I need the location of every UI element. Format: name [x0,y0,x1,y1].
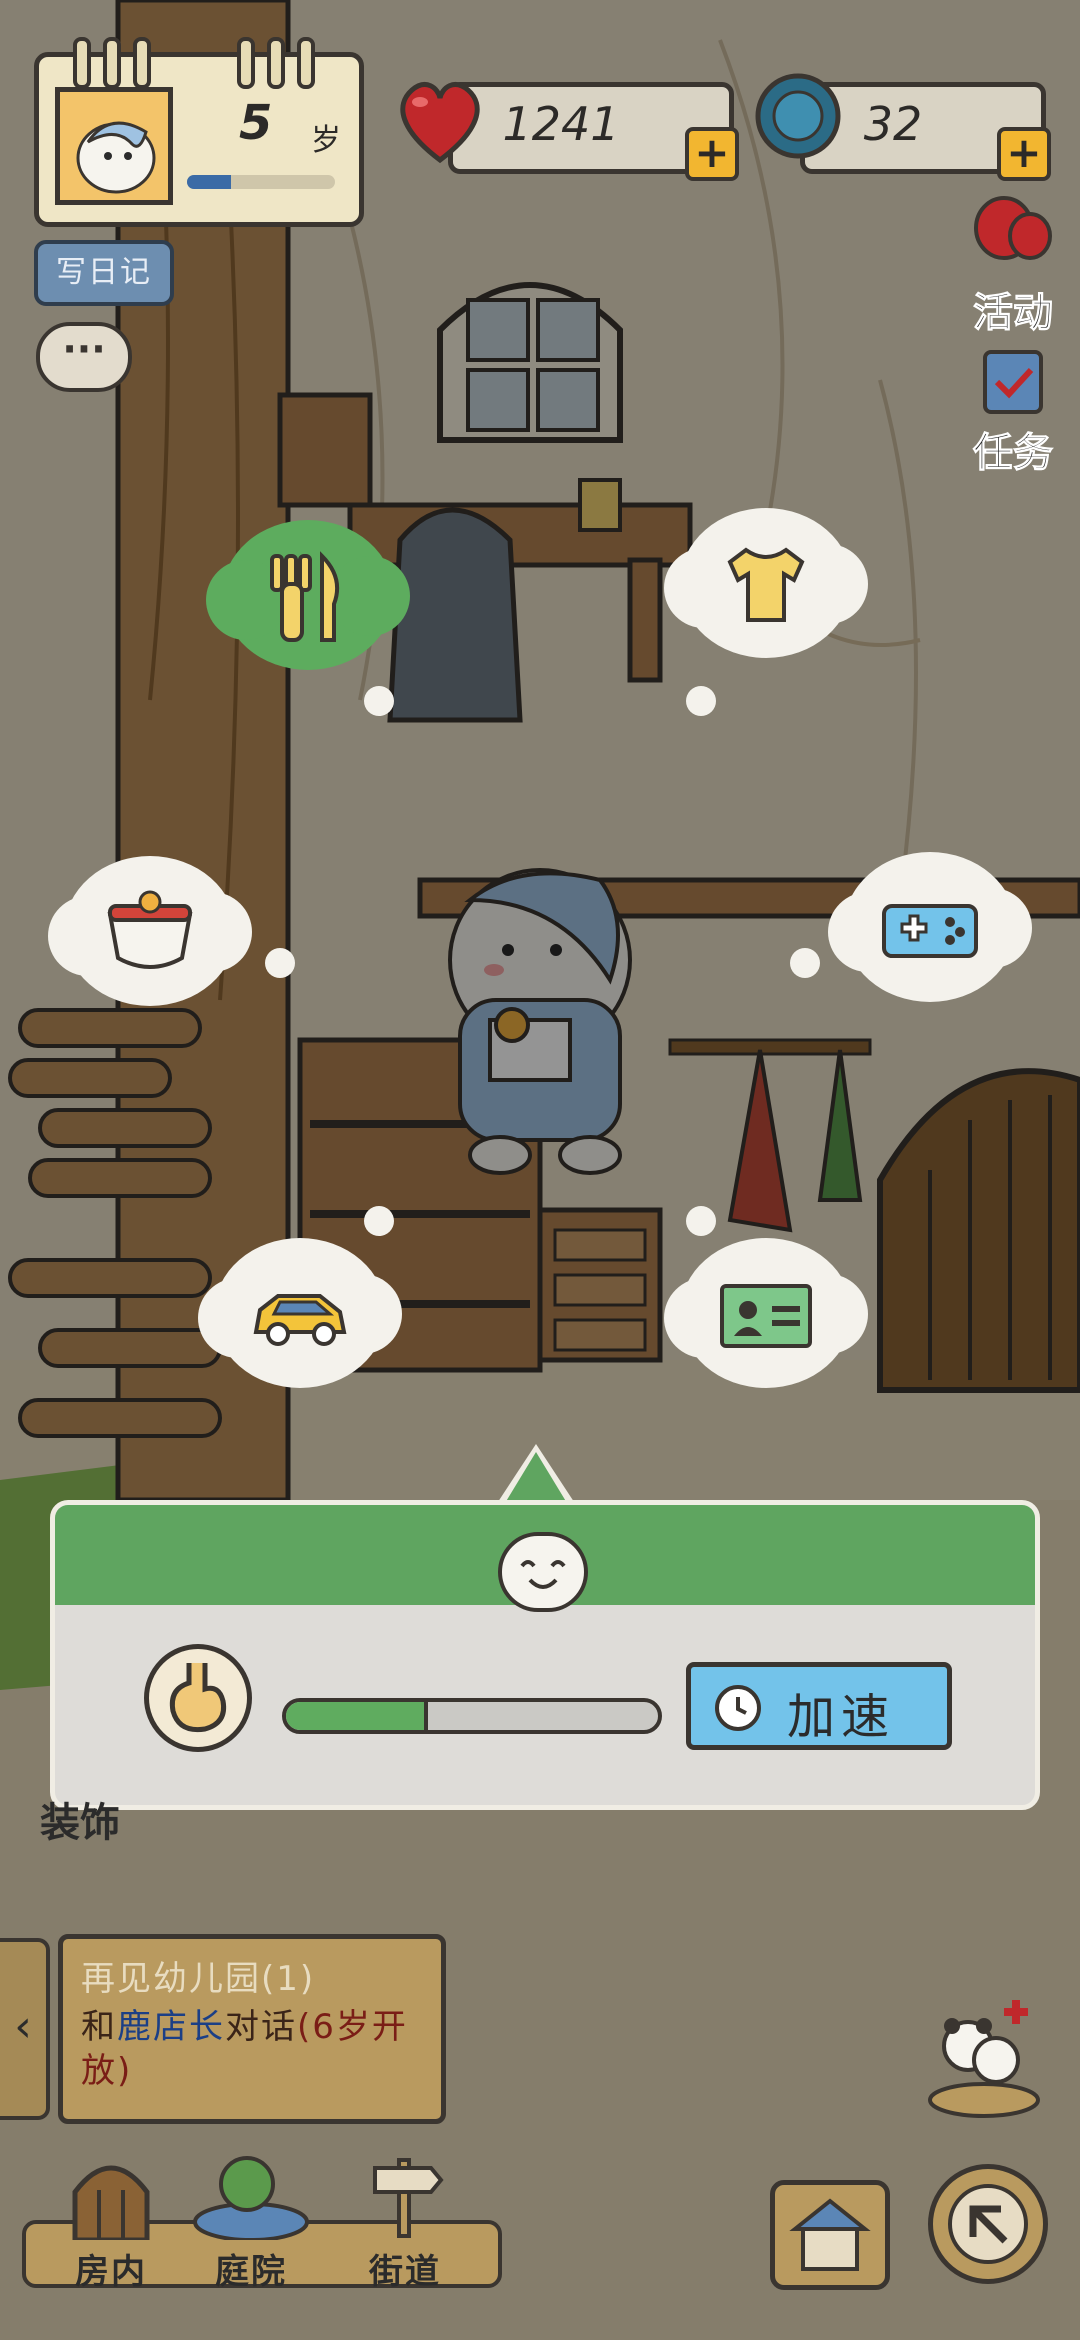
bubble-dot [790,948,820,978]
profile-card[interactable]: 5 岁 [34,37,364,227]
nav-room-label: 房内 [75,2252,147,2292]
tasks-label: 任务 [973,430,1054,477]
clothes-action-bubble[interactable] [664,508,868,658]
back-arrow-icon [948,2184,1028,2264]
back-arrow-button[interactable] [928,2164,1048,2284]
home-button[interactable] [770,2180,890,2290]
bubble-dot [686,686,716,716]
binder-ring [103,37,121,89]
binder-ring [267,37,285,89]
speed-up-label: 加速 [787,1689,896,1745]
events-label: 活动 [973,290,1054,337]
id-card-action-bubble[interactable] [664,1238,868,1388]
bubble-dot [364,1206,394,1236]
quest-desc-prefix: 和 [81,2007,117,2047]
quest-card[interactable]: 再见幼儿园(1) 和鹿店长对话(6岁开放) [58,1934,446,2124]
nav-yard[interactable]: 庭院 [186,2150,316,2293]
tasks-button[interactable]: 任务 [958,346,1068,478]
bathtub-icon [107,890,193,969]
house-icon [789,2198,871,2271]
quest-title: 再见幼儿园(1) [81,1959,316,1999]
happy-face-icon [498,1532,588,1612]
travel-action-bubble[interactable] [198,1238,402,1388]
add-coins-button[interactable]: + [997,127,1051,181]
decorate-label: 装饰 [40,1800,120,1846]
bubble-dot [265,948,295,978]
bubble-dot [686,1206,716,1236]
bathe-action-bubble[interactable] [48,856,252,1006]
quest-npc-name: 鹿店长 [117,2007,225,2047]
avatar [55,87,173,205]
age-unit: 岁 [311,123,341,158]
car-icon [253,1294,347,1346]
eat-action-bubble[interactable] [206,520,410,670]
write-diary-button[interactable]: 写日记 [34,240,174,306]
age-number: 5 [239,95,273,151]
play-action-bubble[interactable] [828,852,1032,1002]
signpost-icon [373,2158,444,2238]
clock-icon [715,1685,761,1731]
age-progress-bar [187,175,335,189]
bottle-cap-icon [755,73,841,159]
hearts-counter: 1241 + [448,82,739,181]
gamepad-icon [882,904,978,958]
checklist-icon [983,350,1043,414]
nav-room[interactable]: 房内 [46,2150,176,2293]
yard-tree-icon [193,2156,309,2242]
decorate-button[interactable]: 装饰 [30,1790,130,1848]
nav-street[interactable]: 街道 [340,2150,470,2293]
balloon-icon [974,196,1052,260]
hunger-progress-fill [286,1702,428,1730]
heart-icon [400,82,480,164]
binder-ring [237,37,255,89]
age-progress-fill [187,175,232,189]
nav-yard-label: 庭院 [215,2252,287,2292]
add-friend-icon[interactable] [924,1990,1044,2120]
quest-collapse-button[interactable]: ‹ [0,1938,50,2120]
fork-knife-icon [270,551,339,642]
events-button[interactable]: 活动 [958,196,1068,338]
stomach-icon [144,1644,252,1752]
nav-street-label: 街道 [369,2252,441,2292]
chat-button[interactable]: ··· [36,322,132,392]
hunger-progress-bar [282,1698,662,1734]
binder-ring [297,37,315,89]
room-door-icon [72,2165,150,2243]
id-card-icon [720,1284,812,1348]
bubble-dot [364,686,394,716]
add-hearts-button[interactable]: + [685,127,739,181]
quest-desc-middle: 对话 [225,2007,297,2047]
tshirt-icon [727,547,805,622]
binder-ring [133,37,151,89]
quest-description: 和鹿店长对话(6岁开放) [81,2005,441,2093]
speed-up-button[interactable]: 加速 [686,1662,952,1750]
binder-ring [73,37,91,89]
